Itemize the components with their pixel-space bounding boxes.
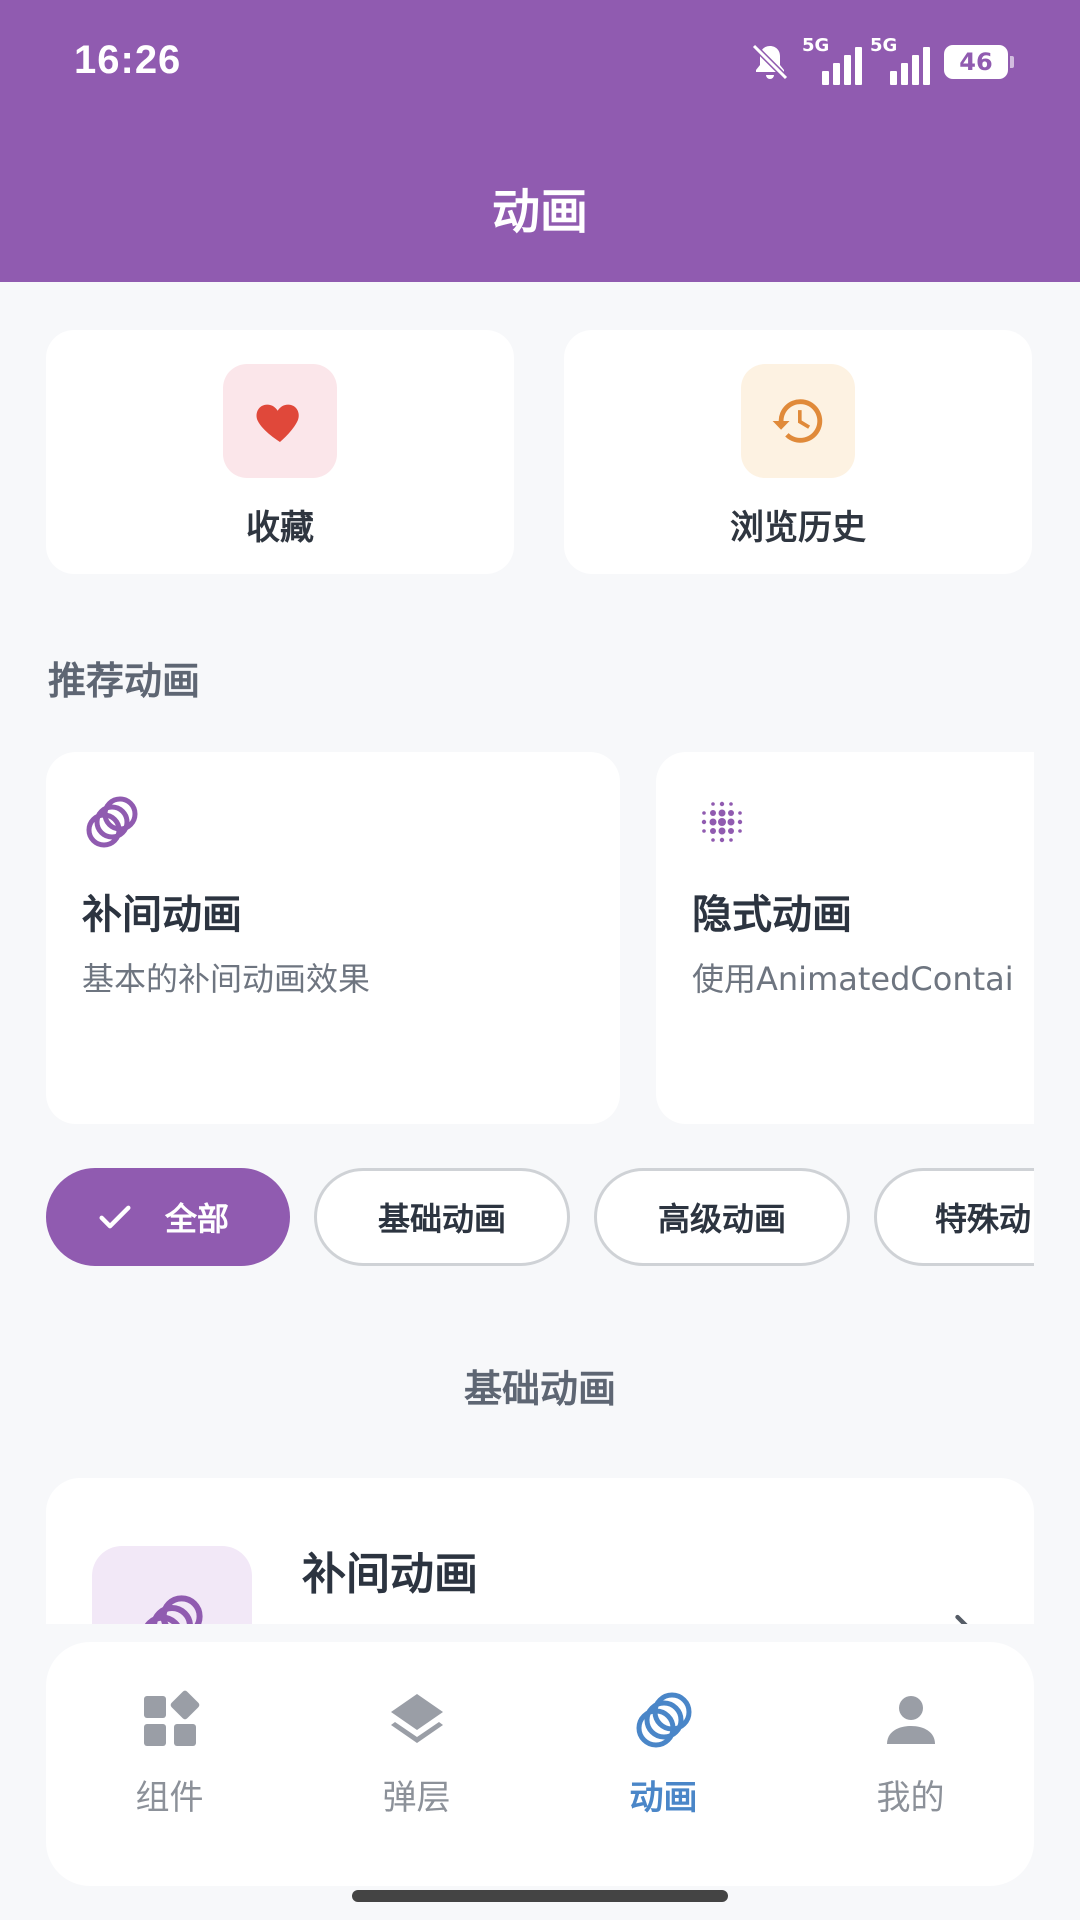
nav-label: 组件 [135,1778,204,1818]
recommended-card-desc: 使用AnimatedContai [692,960,1014,998]
history-label: 浏览历史 [730,508,866,548]
rings-icon [86,796,138,848]
favorites-label: 收藏 [246,508,314,548]
recommended-card-title: 隐式动画 [692,892,852,938]
favorites-card[interactable]: 收藏 [46,330,514,574]
list-item-desc: 基本的补间动画效果，如缩放、平 [302,1614,942,1624]
person-icon [886,1696,935,1744]
nav-label: 弹层 [382,1778,451,1818]
recommended-carousel[interactable]: 补间动画 基本的补间动画效果 隐式动画 使用AnimatedContai [0,752,1034,1124]
nav-item-profile[interactable]: 我的 [787,1642,1034,1886]
chevron-right-icon [955,1614,968,1624]
recommended-card-implicit[interactable]: 隐式动画 使用AnimatedContai [656,752,1034,1124]
group-title: 基础动画 [463,1367,616,1411]
layers-icon [390,1694,443,1743]
list-item[interactable]: 补间动画 基本的补间动画效果，如缩放、平 [46,1478,1034,1624]
page-title: 动画 [491,184,588,240]
nav-item-widgets[interactable]: 组件 [46,1642,293,1886]
filter-chip-basic[interactable]: 基础动画 [314,1168,570,1266]
section-title-recommended: 推荐动画 [48,659,201,703]
home-indicator[interactable] [352,1890,728,1902]
app-bar: 16:26 5G 5G 46 动画 [0,0,1080,282]
status-icons: 5G 5G 46 [746,35,1014,86]
recommended-card-desc: 基本的补间动画效果 [82,960,371,998]
filter-chip-label: 全部 [165,1200,230,1238]
filter-chip-label: 基础动画 [377,1200,506,1238]
filter-chip-label: 特殊动 [935,1200,1032,1238]
dots-icon [701,801,743,843]
filter-chips[interactable]: 全部 基础动画 高级动画 特殊动 [0,1168,1034,1268]
signal-icon: 5G [870,35,930,85]
check-icon [99,1205,131,1229]
battery-level: 46 [959,48,993,76]
history-card[interactable]: 浏览历史 [564,330,1032,574]
animation-list[interactable]: 补间动画 基本的补间动画效果，如缩放、平 [0,1470,1080,1624]
recommended-card-tween[interactable]: 补间动画 基本的补间动画效果 [46,752,620,1124]
filter-chip-all[interactable]: 全部 [46,1168,290,1266]
filter-chip-special[interactable]: 特殊动 [874,1168,1034,1266]
signal-icon: 5G [802,35,862,85]
history-icon [741,364,855,478]
bottom-nav: 组件 弹层 动画 我的 [46,1642,1034,1886]
filter-chip-advanced[interactable]: 高级动画 [594,1168,850,1266]
heart-icon [223,364,337,478]
rings-icon [92,1546,252,1624]
battery-icon: 46 [944,45,1014,79]
recommended-card-title: 补间动画 [82,892,242,938]
nav-label: 动画 [629,1778,698,1818]
status-time: 16:26 [74,38,182,82]
filter-chip-label: 高级动画 [657,1200,786,1238]
bell-mute-icon [751,43,789,81]
nav-label: 我的 [876,1778,945,1818]
nav-item-animation[interactable]: 动画 [540,1642,787,1886]
widgets-icon [143,1690,199,1746]
nav-item-layers[interactable]: 弹层 [293,1642,540,1886]
list-item-title: 补间动画 [302,1549,478,1600]
rings-icon [636,1692,691,1748]
